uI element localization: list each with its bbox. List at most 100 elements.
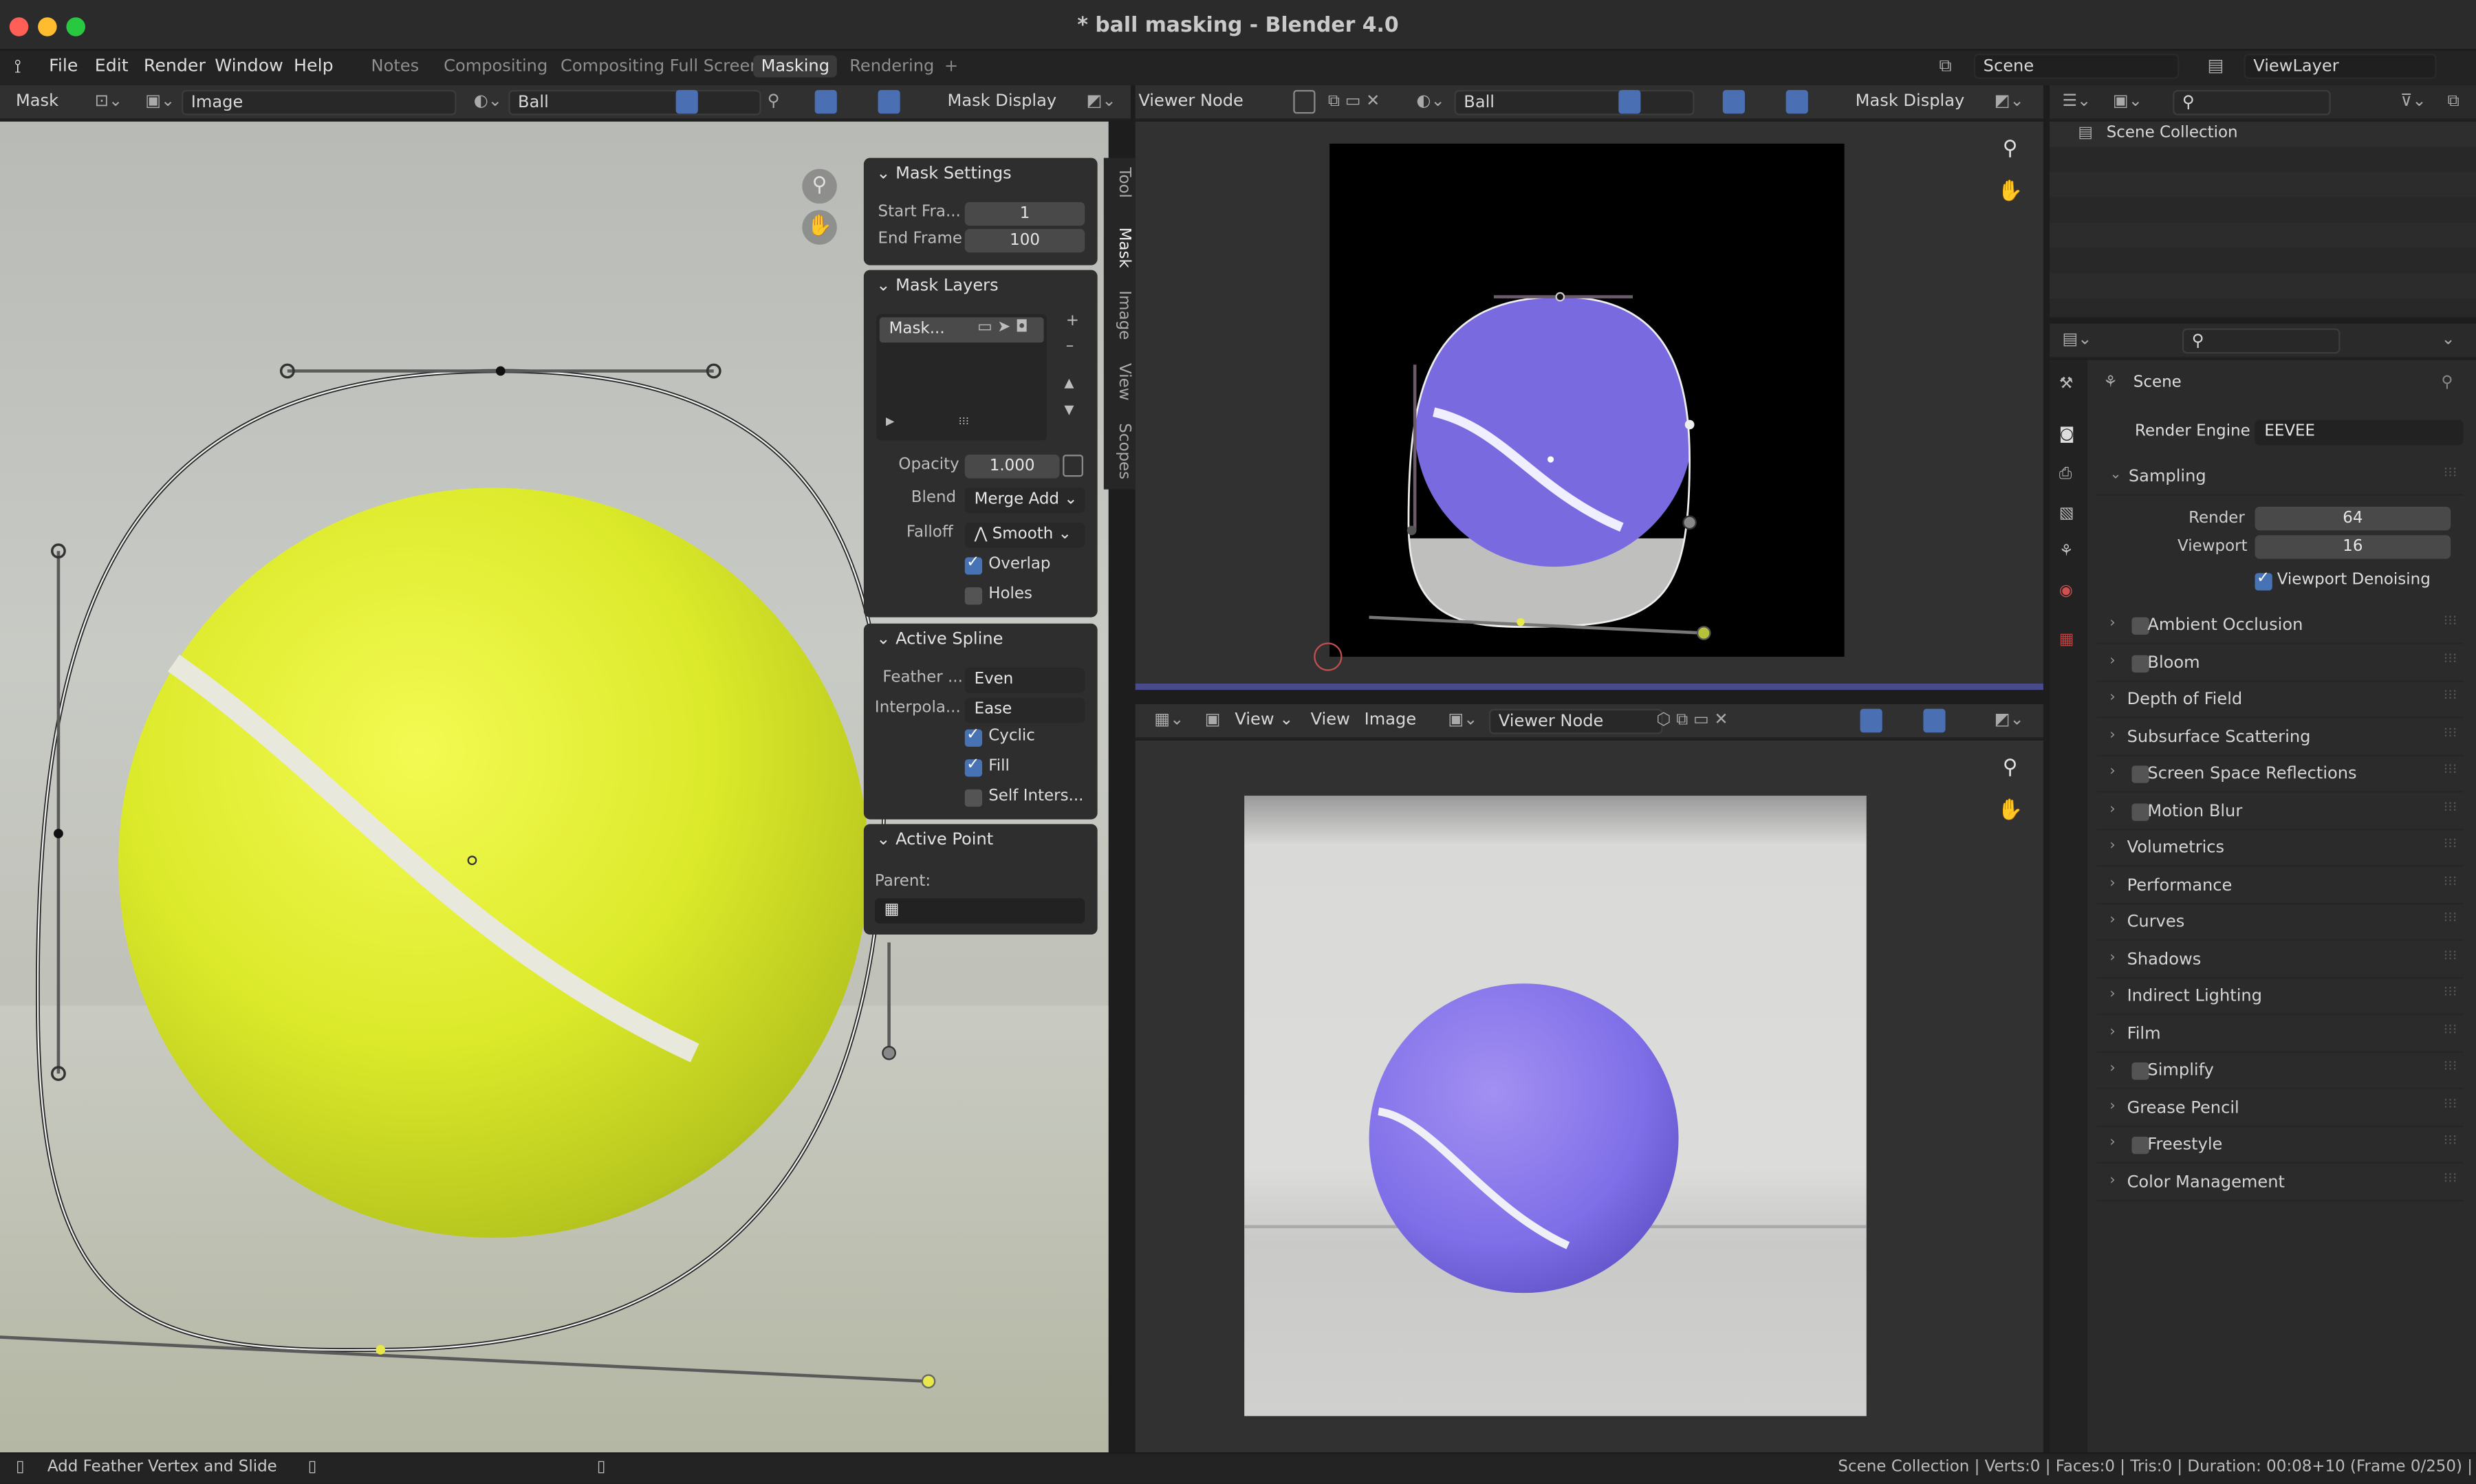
drag-grip-icon[interactable]: ⁝⁝⁝	[2444, 837, 2457, 853]
snap-icon[interactable]	[1860, 708, 1882, 733]
drag-grip-icon[interactable]: ⁝⁝⁝	[2444, 614, 2457, 630]
falloff-dropdown[interactable]: ⋀ Smooth ⌄	[964, 522, 1085, 548]
drag-grip-icon[interactable]: ⁝⁝⁝	[2444, 800, 2457, 816]
overlay-icon[interactable]	[1923, 708, 1946, 733]
render-engine-dropdown[interactable]: EEVEE	[2255, 419, 2464, 446]
drag-grip-icon[interactable]: ⁝⁝⁝	[2444, 874, 2457, 890]
mask-datablock-icon[interactable]: ◐⌄	[474, 91, 502, 111]
timeline-strip[interactable]	[1135, 684, 2043, 690]
remove-layer-icon[interactable]: –	[1066, 338, 1074, 355]
fake-user-icon[interactable]	[675, 89, 698, 114]
holes-checkbox[interactable]	[964, 587, 983, 605]
tab-compositing-full-screen[interactable]: Compositing Full Screen	[553, 55, 768, 77]
handle-point[interactable]	[882, 1045, 896, 1060]
keyframe-icon[interactable]	[1063, 455, 1083, 477]
view-layer-tab-icon[interactable]: ▧	[2059, 505, 2074, 523]
options-icon[interactable]: ⌄	[2441, 330, 2455, 349]
datablock-icons[interactable]: ⧉ ▭ ✕	[1328, 91, 1380, 112]
opacity-field[interactable]: 1.000	[964, 455, 1060, 479]
mask-settings-title[interactable]: ⌄ Mask Settings	[876, 164, 1012, 184]
pin-icon[interactable]: ⚲	[2441, 374, 2453, 391]
panel-depth-of-field[interactable]: › Depth of Field ⁝⁝⁝	[2096, 684, 2464, 719]
resize-grip-icon[interactable]: ⁝⁝⁝	[959, 415, 969, 428]
panel-subsurface-scattering[interactable]: › Subsurface Scattering ⁝⁝⁝	[2096, 721, 2464, 756]
image-icon[interactable]: ▣	[1205, 710, 1221, 730]
parent-field[interactable]: ▦	[874, 898, 1085, 924]
tab-mask[interactable]: Mask	[1107, 228, 1132, 268]
panel-performance[interactable]: › Performance ⁝⁝⁝	[2096, 869, 2464, 904]
filter-icon[interactable]: ⊽⌄	[2400, 91, 2426, 111]
tab-tool[interactable]: Tool	[1107, 167, 1132, 198]
drag-grip-icon[interactable]: ⁝⁝⁝	[2444, 763, 2457, 778]
active-spline-title[interactable]: ⌄ Active Spline	[876, 630, 1003, 649]
drag-grip-icon[interactable]: ⁝⁝⁝	[2444, 688, 2457, 704]
mask-layer-item[interactable]: Mask... ▭ ➤ ◘	[879, 317, 1044, 343]
mask-layers-title[interactable]: ⌄ Mask Layers	[876, 276, 998, 296]
panel-freestyle[interactable]: › Freestyle ⁝⁝⁝	[2096, 1128, 2464, 1164]
outliner-row-scene-collection[interactable]: ▤ Scene Collection	[2050, 121, 2476, 147]
drag-grip-icon[interactable]: ⁝⁝⁝	[2444, 1170, 2457, 1186]
viewer-display-dropdown[interactable]: Mask Display	[1856, 91, 1965, 111]
mask-datablock-icon[interactable]: ◐⌄	[1416, 91, 1444, 111]
drag-grip-icon[interactable]: ⁝⁝⁝	[2444, 1133, 2457, 1149]
viewer-node-field[interactable]: Viewer Node	[1489, 708, 1663, 734]
view-layer-field[interactable]: ViewLayer	[2244, 54, 2437, 79]
world-tab-icon[interactable]: ◉	[2059, 582, 2073, 600]
tab-view[interactable]: View	[1107, 363, 1132, 400]
overlap-checkbox[interactable]	[964, 554, 983, 575]
fake-user-icon[interactable]	[1293, 89, 1316, 114]
viewport-samples-field[interactable]: 16	[2255, 535, 2451, 559]
drag-grip-icon[interactable]: ⁝⁝⁝	[2444, 1022, 2457, 1038]
panel-enable-checkbox[interactable]	[2131, 654, 2149, 672]
overlay-icon[interactable]	[878, 89, 900, 114]
texture-tab-icon[interactable]: ▦	[2059, 631, 2074, 648]
blender-logo-icon[interactable]: ⟟	[14, 55, 21, 78]
image-datablock-icons[interactable]: ⬡ ⧉ ▭ ✕	[1656, 710, 1728, 731]
drag-grip-icon[interactable]: ⁝⁝⁝	[2444, 911, 2457, 927]
panel-enable-checkbox[interactable]	[2131, 803, 2149, 820]
display-toggle-icon[interactable]: ◩⌄	[1995, 91, 2024, 111]
image-icon[interactable]: ▣⌄	[145, 91, 175, 111]
start-frame-field[interactable]: 1	[964, 201, 1085, 226]
snap-icon[interactable]	[1722, 89, 1745, 114]
image-browse-icon[interactable]: ▣⌄	[1448, 710, 1477, 730]
pin-icon[interactable]: ⚲	[768, 91, 780, 111]
panel-screen-space-reflections[interactable]: › Screen Space Reflections ⁝⁝⁝	[2096, 758, 2464, 793]
view-menu[interactable]: View	[1311, 710, 1350, 730]
tab-image[interactable]: Image	[1107, 290, 1132, 340]
interpolation-dropdown[interactable]: Ease	[964, 697, 1085, 723]
pan-hand-icon[interactable]: ✋	[802, 210, 837, 245]
add-workspace-icon[interactable]: +	[936, 55, 966, 77]
image-field[interactable]: Image	[182, 89, 457, 116]
menu-file[interactable]: File	[49, 55, 78, 76]
panel-enable-checkbox[interactable]	[2131, 1062, 2149, 1080]
self-intersection-checkbox[interactable]	[964, 789, 983, 807]
panel-curves[interactable]: › Curves ⁝⁝⁝	[2096, 906, 2464, 941]
render-samples-field[interactable]: 64	[2255, 506, 2451, 531]
display-toggle-icon[interactable]: ◩⌄	[1995, 710, 2024, 730]
panel-enable-checkbox[interactable]	[2131, 617, 2149, 635]
panel-simplify[interactable]: › Simplify ⁝⁝⁝	[2096, 1055, 2464, 1090]
viewer-top-viewport[interactable]: ⚲ ✋	[1135, 121, 2043, 690]
end-frame-field[interactable]: 100	[964, 228, 1085, 253]
panel-ambient-occlusion[interactable]: › Ambient Occlusion ⁝⁝⁝	[2096, 609, 2464, 644]
render-tab-icon[interactable]: ◙	[2059, 426, 2074, 444]
control-point-selected[interactable]	[376, 1344, 386, 1355]
zoom-icon[interactable]: ⚲	[802, 168, 837, 204]
viewport-denoising-checkbox[interactable]	[2255, 570, 2272, 591]
control-point[interactable]	[54, 829, 63, 839]
image-menu[interactable]: Image	[1365, 710, 1417, 730]
panel-indirect-lighting[interactable]: › Indirect Lighting ⁝⁝⁝	[2096, 981, 2464, 1016]
scene-field[interactable]: Scene	[1973, 54, 2180, 79]
panel-enable-checkbox[interactable]	[2131, 1136, 2149, 1155]
control-point[interactable]	[495, 366, 506, 376]
panel-motion-blur[interactable]: › Motion Blur ⁝⁝⁝	[2096, 795, 2464, 830]
view-dropdown[interactable]: View ⌄	[1235, 710, 1293, 730]
sampling-panel-header[interactable]: ⌄ Sampling ⁝⁝⁝	[2096, 461, 2464, 496]
drag-grip-icon[interactable]: ⁝⁝⁝	[2444, 1059, 2457, 1075]
menu-help[interactable]: Help	[294, 55, 334, 76]
mask-field[interactable]: Ball	[508, 89, 761, 116]
blend-dropdown[interactable]: Merge Add ⌄	[964, 488, 1085, 514]
move-up-icon[interactable]: ▲	[1064, 375, 1074, 390]
zoom-icon[interactable]: ⚲	[1992, 752, 2028, 787]
